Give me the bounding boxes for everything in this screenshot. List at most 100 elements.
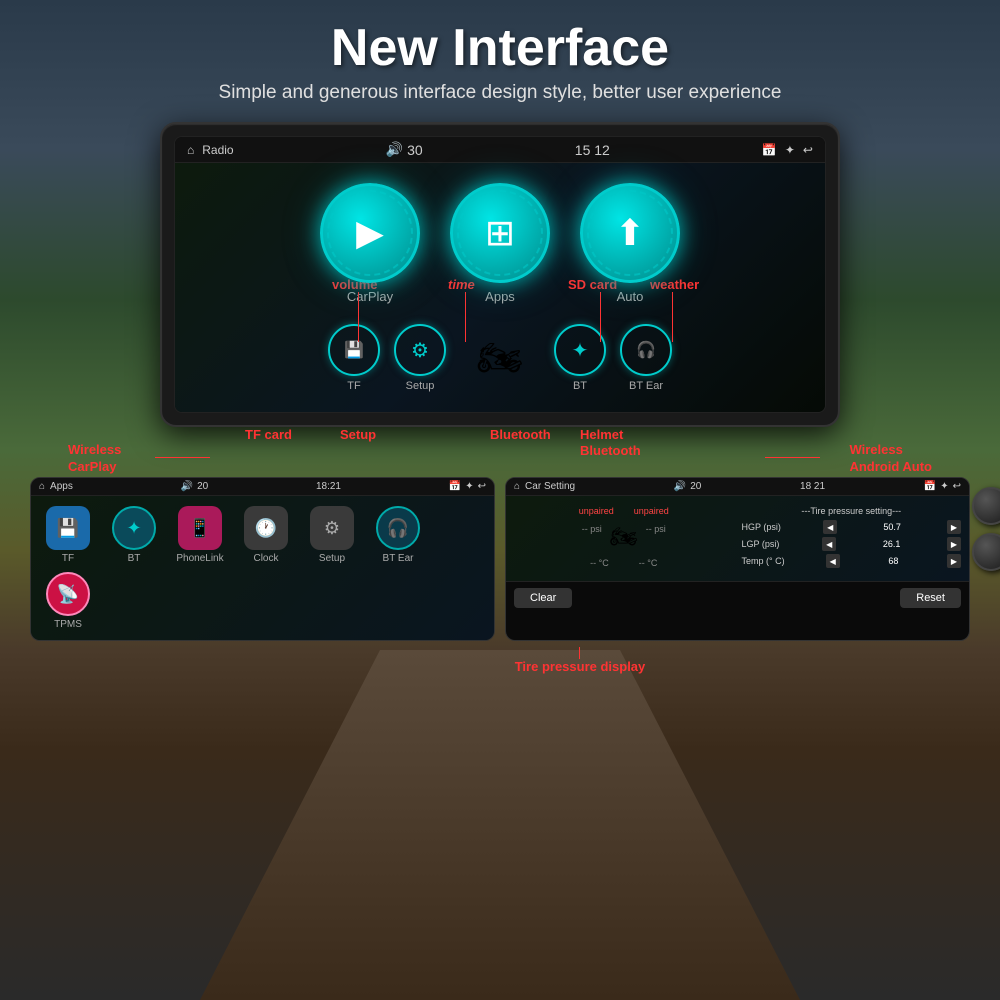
right-psi: -- psi — [646, 524, 666, 534]
car-vol-value: 20 — [690, 481, 701, 492]
app-tpms-label: TPMS — [54, 619, 82, 630]
lgp-down-btn[interactable]: ◀ — [822, 537, 836, 551]
back-icon: ↩ — [803, 143, 813, 157]
app-clock-icon[interactable]: 🕐 — [244, 506, 288, 550]
lgp-row: LGP (psi) ◀ 26.1 ▶ — [742, 537, 962, 551]
bt-circle[interactable]: ✦ — [554, 324, 606, 376]
app-tf-label: TF — [62, 553, 74, 564]
car-home-icon: ⌂ — [514, 481, 520, 492]
annotation-helmet-bluetooth: HelmetBluetooth — [580, 427, 641, 458]
right-temp: -- °C — [639, 558, 658, 568]
app-setup[interactable]: ⚙ Setup — [303, 506, 361, 564]
hgp-down-btn[interactable]: ◀ — [823, 520, 837, 534]
left-sensor: unpaired — [579, 506, 614, 516]
app-bt-icon[interactable]: ✦ — [112, 506, 156, 550]
auto-label: Auto — [617, 289, 644, 304]
right-sensor: unpaired — [634, 506, 669, 516]
app-setup-label: Setup — [319, 553, 345, 564]
apps-sd-icon: 📅 — [449, 481, 461, 492]
time-display: 15 12 — [575, 142, 610, 158]
app-clock[interactable]: 🕐 Clock — [237, 506, 295, 564]
radio-label: Radio — [202, 143, 233, 157]
app-setup-icon[interactable]: ⚙ — [310, 506, 354, 550]
sensor-ball-1 — [972, 487, 1000, 525]
setup-label: Setup — [406, 380, 435, 392]
car-setting-status-bar: ⌂ Car Setting 🔊 20 18 21 📅 ✦ ↩ — [506, 478, 969, 496]
annotation-time: time — [448, 277, 475, 292]
app-tf-icon[interactable]: 💾 — [46, 506, 90, 550]
app-bt-ear[interactable]: 🎧 BT Ear — [369, 506, 427, 564]
btear-icon-item[interactable]: 🎧 BT Ear — [620, 324, 672, 392]
car-setting-screen: unpaired unpaired -- psi 🏍 — [506, 496, 969, 581]
app-bt-ear-icon[interactable]: 🎧 — [376, 506, 420, 550]
nav-icon: ⬆ — [615, 212, 645, 254]
clear-button[interactable]: Clear — [514, 588, 572, 608]
apps-circle[interactable]: ⊞ — [450, 183, 550, 283]
apps-vol-value: 20 — [197, 481, 208, 492]
left-sensor-status: unpaired — [579, 506, 614, 516]
volume-icon: 🔊 — [386, 141, 403, 158]
page-title: New Interface — [0, 18, 1000, 78]
lgp-label: LGP (psi) — [742, 539, 780, 549]
home-icon: ⌂ — [187, 143, 194, 157]
app-tpms[interactable]: 📡 TPMS — [39, 572, 97, 630]
left-temp: -- °C — [590, 558, 609, 568]
panel-buttons: Clear Reset — [506, 581, 969, 614]
apps-panel-label: Apps — [50, 481, 73, 492]
hgp-row: HGP (psi) ◀ 50.7 ▶ — [742, 520, 962, 534]
apps-label: Apps — [485, 289, 515, 304]
right-sensor-status: unpaired — [634, 506, 669, 516]
hgp-value: 50.7 — [880, 522, 905, 532]
play-icon: ▶ — [356, 212, 384, 254]
tire-setting-title: ---Tire pressure setting--- — [742, 506, 962, 516]
bluetooth-icon: ✦ — [572, 338, 589, 363]
annotation-setup: Setup — [340, 427, 376, 442]
temp-row: Temp (° C) ◀ 68 ▶ — [742, 554, 962, 568]
apps-brightness: ✦ — [465, 481, 473, 492]
temp-up-btn[interactable]: ▶ — [947, 554, 961, 568]
app-phonelink-icon[interactable]: 📱 — [178, 506, 222, 550]
main-device: ⌂ Radio 🔊 30 15 12 📅 ✦ — [160, 122, 840, 427]
annotation-tf-card: TF card — [245, 427, 292, 442]
tf-circle[interactable]: 💾 — [328, 324, 380, 376]
tire-settings: ---Tire pressure setting--- HGP (psi) ◀ … — [742, 506, 962, 571]
car-sd-icon: 📅 — [924, 481, 936, 492]
car-vol-icon: 🔊 — [674, 481, 686, 492]
annotation-weather: weather — [650, 277, 699, 292]
app-bt[interactable]: ✦ BT — [105, 506, 163, 564]
car-setting-panel: ⌂ Car Setting 🔊 20 18 21 📅 ✦ ↩ — [505, 477, 970, 641]
brightness-icon: ✦ — [785, 143, 795, 157]
apps-back: ↩ — [478, 481, 486, 492]
hgp-up-btn[interactable]: ▶ — [947, 520, 961, 534]
annotation-sd-card: SD card — [568, 277, 617, 292]
setup-icon: ⚙ — [411, 338, 429, 363]
apps-panel: ⌂ Apps 🔊 20 18:21 📅 ✦ ↩ — [30, 477, 495, 641]
app-phonelink[interactable]: 📱 PhoneLink — [171, 506, 229, 564]
btear-circle[interactable]: 🎧 — [620, 324, 672, 376]
tire-visual: unpaired unpaired -- psi 🏍 — [514, 506, 734, 571]
temp-label: Temp (° C) — [742, 556, 785, 566]
setup-icon-item[interactable]: ⚙ Setup — [394, 324, 446, 392]
auto-circle[interactable]: ⬆ — [580, 183, 680, 283]
left-psi: -- psi — [582, 524, 602, 534]
app-bt-label: BT — [128, 553, 141, 564]
apps-time: 18:21 — [316, 481, 341, 492]
lgp-up-btn[interactable]: ▶ — [947, 537, 961, 551]
bt-icon-item[interactable]: ✦ BT — [554, 324, 606, 392]
tf-icon-item[interactable]: 💾 TF — [328, 324, 380, 392]
btear-icon: 🎧 — [636, 340, 656, 360]
temp-down-btn[interactable]: ◀ — [826, 554, 840, 568]
tf-label: TF — [347, 380, 360, 392]
apps-vol-icon: 🔊 — [181, 481, 193, 492]
carplay-circle[interactable]: ▶ — [320, 183, 420, 283]
reset-button[interactable]: Reset — [900, 588, 961, 608]
volume-value: 30 — [407, 142, 423, 158]
setup-circle[interactable]: ⚙ — [394, 324, 446, 376]
app-tf[interactable]: 💾 TF — [39, 506, 97, 564]
grid-icon: ⊞ — [485, 212, 515, 254]
app-clock-label: Clock — [253, 553, 278, 564]
bt-label: BT — [573, 380, 587, 392]
sensor-ball-2 — [972, 533, 1000, 571]
app-tpms-icon[interactable]: 📡 — [46, 572, 90, 616]
btear-label: BT Ear — [629, 380, 663, 392]
